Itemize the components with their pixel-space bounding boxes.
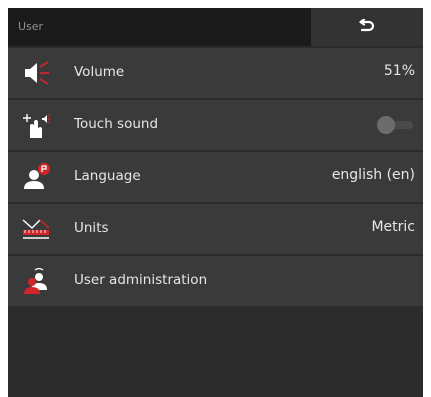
language-label: Language — [74, 168, 141, 184]
user-admin-label: User administration — [74, 272, 208, 288]
units-value: Metric — [371, 219, 415, 235]
person-language-icon — [24, 163, 50, 189]
language-row[interactable]: Language english (en) — [8, 152, 423, 202]
user-admin-row[interactable]: User administration — [8, 256, 423, 306]
toggle-knob — [377, 116, 395, 134]
volume-row[interactable]: Volume 51% — [8, 48, 423, 98]
volume-label: Volume — [74, 64, 125, 80]
touch-sound-row[interactable]: Touch sound — [8, 100, 423, 150]
touch-sound-label: Touch sound — [74, 116, 159, 132]
touch-sound-icon — [23, 114, 51, 138]
touch-sound-toggle[interactable] — [373, 114, 417, 136]
speaker-icon — [25, 61, 49, 85]
units-icon — [22, 219, 50, 239]
user-settings-panel: User Volume 51% Touch sound Language eng… — [8, 8, 423, 397]
header-bar: User — [8, 8, 423, 46]
back-arrow-icon — [359, 19, 375, 32]
units-label: Units — [74, 220, 109, 236]
volume-value: 51% — [383, 63, 415, 79]
page-title: User — [18, 20, 44, 33]
language-value: english (en) — [331, 167, 415, 183]
units-row[interactable]: Units Metric — [8, 204, 423, 254]
back-button[interactable] — [311, 8, 423, 46]
user-admin-icon — [24, 267, 47, 294]
settings-list: Volume 51% Touch sound Language english … — [8, 48, 423, 308]
